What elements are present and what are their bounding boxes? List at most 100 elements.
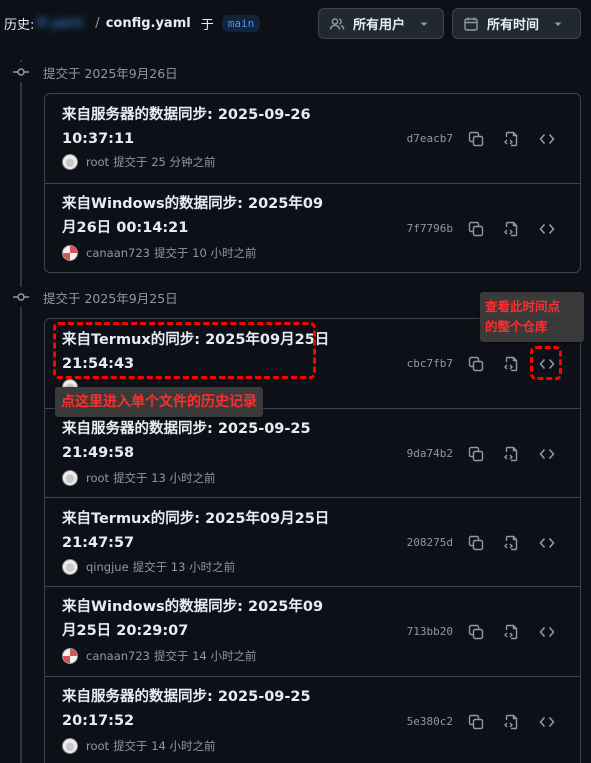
author-link[interactable]: root: [86, 739, 109, 753]
copy-sha-button[interactable]: [464, 442, 488, 466]
commit-sha[interactable]: 208275d: [405, 536, 453, 549]
chevron-down-icon: [420, 22, 428, 26]
copy-sha-button[interactable]: [464, 710, 488, 734]
file-code-icon: [504, 714, 518, 730]
copy-sha-button[interactable]: [464, 620, 488, 644]
browse-repo-button[interactable]: [535, 710, 559, 734]
commit-row: 来自服务器的数据同步: 2025-09-25 20:17:52 root 提交于…: [45, 676, 580, 763]
avatar[interactable]: [62, 154, 78, 170]
browse-repo-button[interactable]: [535, 217, 559, 241]
commit-group-header: 提交于 2025年9月25日: [11, 287, 178, 307]
avatar[interactable]: [62, 738, 78, 754]
commit-meta: root 提交于 25 分钟之前: [62, 154, 216, 170]
file-code-icon: [504, 356, 518, 372]
commit-sha[interactable]: cbc7fb7: [405, 357, 453, 370]
commit-sha[interactable]: 713bb20: [405, 625, 453, 638]
breadcrumb: 历史: lll.yaml / config.yaml 于 main: [4, 14, 261, 33]
annotation-repo-snapshot-line2: 的整个仓库: [485, 319, 548, 334]
copy-sha-button[interactable]: [464, 352, 488, 376]
browse-repo-button[interactable]: [535, 620, 559, 644]
author-link[interactable]: canaan723: [86, 649, 150, 663]
commit-time: 提交于 25 分钟之前: [113, 155, 216, 169]
repo-link[interactable]: lll.yaml: [36, 16, 83, 31]
commit-group-date: 提交于 2025年9月25日: [43, 290, 178, 306]
git-commit-icon: [11, 287, 31, 307]
copy-icon: [468, 714, 484, 730]
commit-time: 提交于 10 小时之前: [154, 246, 257, 260]
commit-sha[interactable]: d7eacb7: [405, 132, 453, 145]
file-code-icon: [504, 221, 518, 237]
annotation-highlight-browse-button: [530, 346, 562, 380]
commit-meta: canaan723 提交于 14 小时之前: [62, 648, 256, 664]
commit-group-header: 提交于 2025年9月26日: [11, 62, 178, 82]
branch-badge[interactable]: main: [221, 15, 261, 32]
annotation-repo-snapshot-line1: 查看此时间点: [485, 299, 561, 314]
copy-sha-button[interactable]: [464, 217, 488, 241]
history-header: 历史: lll.yaml / config.yaml 于 main 所有用户 所…: [0, 0, 591, 50]
file-code-icon: [504, 624, 518, 640]
commit-list: 来自服务器的数据同步: 2025-09-26 10:37:11 root 提交于…: [44, 93, 581, 273]
commit-group-date: 提交于 2025年9月26日: [43, 65, 178, 81]
author-link[interactable]: canaan723: [86, 246, 150, 260]
view-file-at-commit-button[interactable]: [499, 352, 523, 376]
breadcrumb-separator: /: [95, 16, 100, 31]
copy-sha-button[interactable]: [464, 531, 488, 555]
commit-message-link[interactable]: 来自Termux的同步: 2025年09月25日 21:47:57: [62, 507, 332, 555]
commit-message-link[interactable]: 来自服务器的数据同步: 2025-09-25 21:49:58: [62, 417, 332, 465]
view-file-at-commit-button[interactable]: [499, 710, 523, 734]
avatar[interactable]: [62, 470, 78, 486]
browse-repo-button[interactable]: [535, 442, 559, 466]
commit-time: 提交于 14 小时之前: [113, 739, 216, 753]
browse-repo-button[interactable]: [535, 531, 559, 555]
commit-message-link[interactable]: 来自服务器的数据同步: 2025-09-26 10:37:11: [62, 103, 332, 151]
annotation-file-history-tip: 点这里进入单个文件的历史记录: [55, 387, 263, 417]
copy-sha-button[interactable]: [464, 127, 488, 151]
commit-meta: qingjue 提交于 13 小时之前: [62, 559, 235, 575]
commit-row: 来自Windows的数据同步: 2025年09月25日 20:29:07 can…: [45, 586, 580, 676]
copy-icon: [468, 221, 484, 237]
commit-message-link[interactable]: 来自Windows的数据同步: 2025年09月25日 20:29:07: [62, 595, 332, 643]
code-icon: [539, 133, 555, 145]
file-code-icon: [504, 131, 518, 147]
commit-meta: root 提交于 14 小时之前: [62, 738, 216, 754]
time-filter-button[interactable]: 所有时间: [452, 8, 581, 39]
calendar-icon: [464, 17, 478, 31]
copy-icon: [468, 446, 484, 462]
view-file-at-commit-button[interactable]: [499, 531, 523, 555]
commit-time: 提交于 13 小时之前: [113, 471, 216, 485]
commit-sha[interactable]: 9da74b2: [405, 447, 453, 460]
avatar[interactable]: [62, 559, 78, 575]
user-filter-button[interactable]: 所有用户: [318, 8, 444, 39]
author-link[interactable]: root: [86, 155, 109, 169]
avatar[interactable]: [62, 648, 78, 664]
avatar[interactable]: [62, 245, 78, 261]
copy-icon: [468, 624, 484, 640]
time-filter-label: 所有时间: [487, 18, 540, 33]
commit-list: 来自Termux的同步: 2025年09月25日 21:54:43 cbc7fb…: [44, 318, 581, 763]
commit-sha[interactable]: 7f7796b: [405, 222, 453, 235]
history-label: 历史:: [4, 18, 35, 33]
code-icon: [539, 537, 555, 549]
user-filter-label: 所有用户: [353, 18, 406, 33]
commit-time: 提交于 14 小时之前: [154, 649, 257, 663]
author-link[interactable]: root: [86, 471, 109, 485]
view-file-at-commit-button[interactable]: [499, 442, 523, 466]
author-link[interactable]: qingjue: [86, 560, 129, 574]
commit-row: 来自服务器的数据同步: 2025-09-25 21:49:58 root 提交于…: [45, 408, 580, 497]
chevron-down-icon: [554, 22, 562, 26]
browse-repo-button[interactable]: [535, 127, 559, 151]
view-file-at-commit-button[interactable]: [499, 620, 523, 644]
commit-row: 来自服务器的数据同步: 2025-09-26 10:37:11 root 提交于…: [45, 94, 580, 183]
view-file-at-commit-button[interactable]: [499, 127, 523, 151]
copy-icon: [468, 131, 484, 147]
code-icon: [539, 626, 555, 638]
commit-row: 来自Windows的数据同步: 2025年09月26日 00:14:21 can…: [45, 183, 580, 272]
commit-message-link[interactable]: 来自Windows的数据同步: 2025年09月26日 00:14:21: [62, 192, 332, 240]
commit-meta: root 提交于 13 小时之前: [62, 470, 216, 486]
in-label: 于: [200, 18, 214, 33]
view-file-at-commit-button[interactable]: [499, 217, 523, 241]
commit-sha[interactable]: 5e380c2: [405, 715, 453, 728]
commit-message-link[interactable]: 来自服务器的数据同步: 2025-09-25 20:17:52: [62, 685, 332, 733]
timeline-line: [20, 60, 22, 763]
commit-time: 提交于 13 小时之前: [132, 560, 236, 574]
